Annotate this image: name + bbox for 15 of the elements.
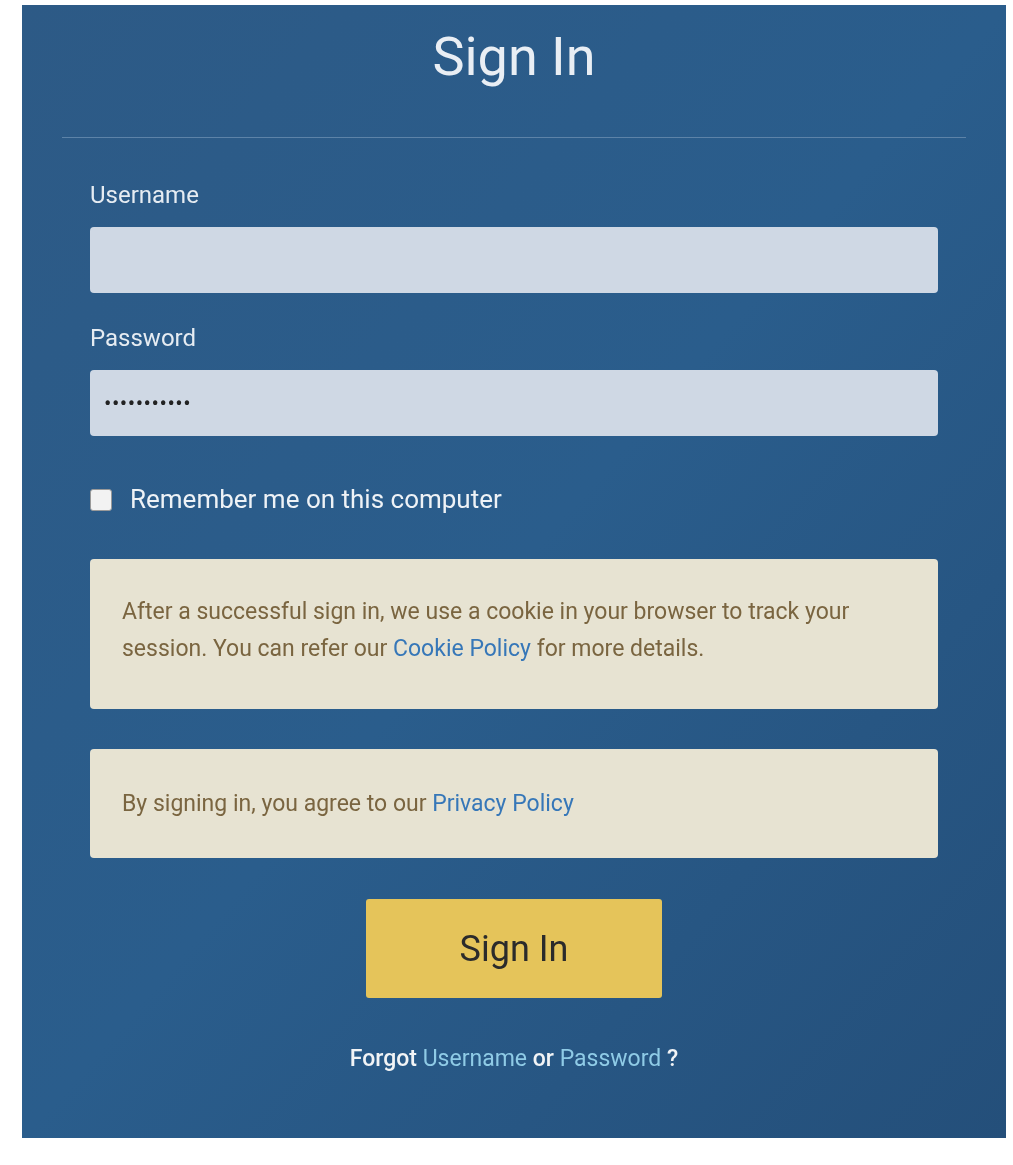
password-link[interactable]: Password [559,1045,662,1072]
remember-label: Remember me on this computer [130,483,502,516]
notice-text: By signing in, you agree to our Privacy Policy [122,789,575,819]
notice-text: After a successful sign in, we use a cookie in your browser to track your session. You can refer our Cookie Policy for more details. [122,597,851,664]
username-field[interactable] [90,227,938,293]
policy-link[interactable]: Privacy Policy [432,790,574,817]
remember-checkbox[interactable] [90,488,112,511]
policy-link[interactable]: Cookie Policy [393,635,531,662]
username-link[interactable]: Username [422,1045,528,1072]
password-field[interactable]: ••••••••••• [90,370,938,436]
forgot-text: Forgot Username or Password ? [349,1044,679,1074]
page-title: Sign In [432,24,596,90]
field-label: Username [90,180,200,210]
field-label: Password [90,323,197,353]
sign-in-button[interactable]: Sign In [366,899,662,998]
